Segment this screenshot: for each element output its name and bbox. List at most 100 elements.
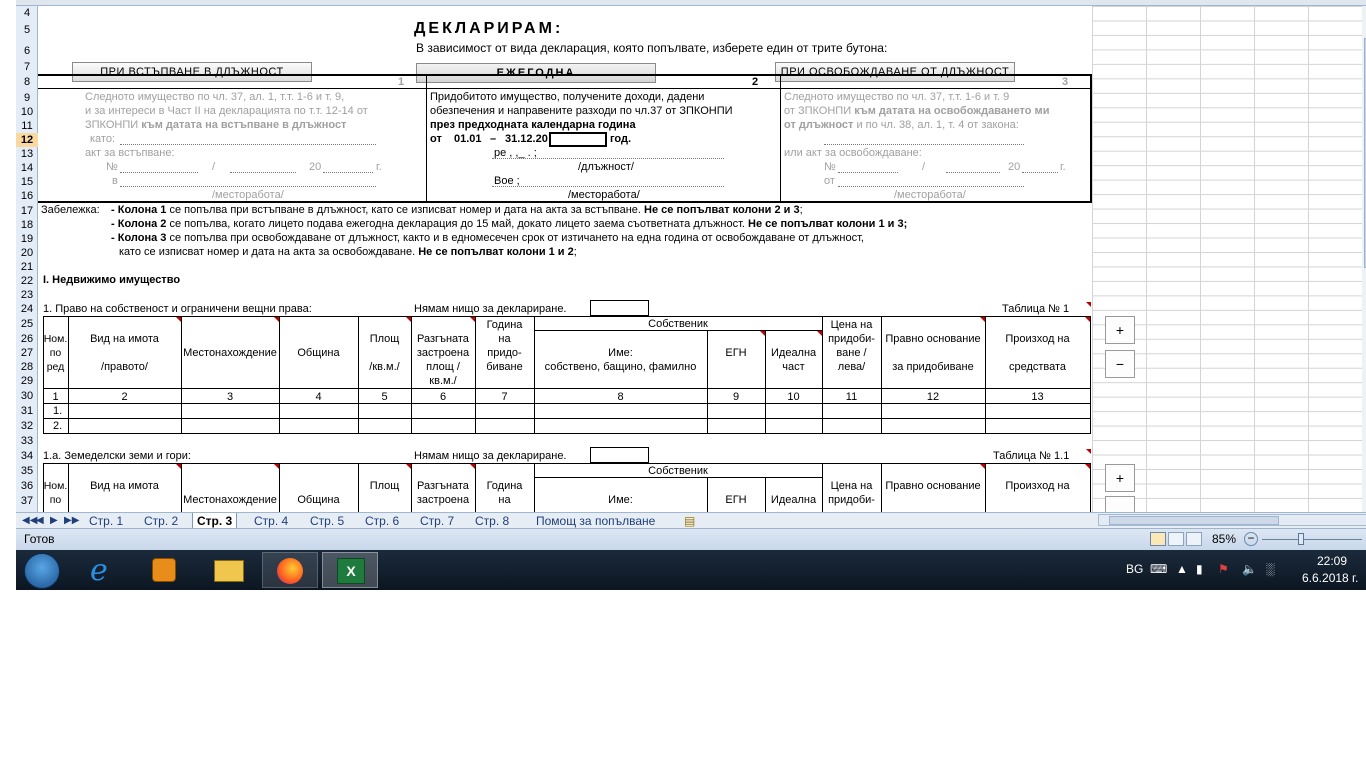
comment-marker[interactable] (470, 317, 475, 322)
row-number[interactable]: 37 (16, 494, 38, 508)
row-number[interactable]: 17 (16, 204, 38, 218)
row-number[interactable]: 23 (16, 288, 38, 302)
row-number[interactable]: 35 (16, 464, 38, 478)
row-headers[interactable]: 4 5 6 7 8 9 10 11 12 13 14 15 16 17 18 1… (16, 6, 38, 512)
row-number[interactable]: 18 (16, 218, 38, 232)
row-number[interactable]: 32 (16, 419, 38, 433)
input-line[interactable] (323, 172, 373, 173)
input-line[interactable] (838, 186, 1024, 187)
release-declaration-button[interactable]: ПРИ ОСВОБОЖДАВАНЕ ОТ ДЛЪЖНОСТ (775, 62, 1015, 82)
row-number[interactable]: 10 (16, 105, 38, 119)
comment-marker[interactable] (980, 464, 985, 469)
page-layout-icon[interactable] (1168, 532, 1184, 546)
annual-declaration-button[interactable]: ЕЖЕГОДНА (416, 63, 656, 83)
prev-sheet-icon[interactable]: ◀ (36, 513, 44, 529)
add-row-button[interactable]: + (1105, 316, 1135, 344)
row-number[interactable]: 11 (16, 119, 38, 133)
entry-declaration-button[interactable]: ПРИ ВСТЪПВАНЕ В ДЛЪЖНОСТ (72, 62, 312, 82)
network-icon[interactable]: ░ (1266, 562, 1275, 576)
input-line[interactable] (230, 172, 296, 173)
zoom-level[interactable]: 85% (1212, 533, 1236, 546)
input-line[interactable] (492, 186, 724, 187)
input-line[interactable] (946, 172, 1000, 173)
row-number[interactable]: 13 (16, 147, 38, 161)
row-number[interactable]: 16 (16, 189, 38, 203)
excel-icon[interactable]: X (322, 552, 378, 588)
row-number[interactable]: 36 (16, 479, 38, 493)
nothing-checkbox-cell[interactable] (590, 300, 649, 316)
remove-row-button[interactable] (1105, 496, 1135, 512)
input-line[interactable] (1022, 172, 1058, 173)
page-break-icon[interactable] (1186, 532, 1202, 546)
action-center-icon[interactable]: ⚑ (1218, 562, 1229, 576)
clock-date[interactable]: 6.6.2018 г. (1302, 571, 1358, 585)
input-line[interactable] (120, 144, 376, 145)
keyboard-icon[interactable]: ⌨ (1150, 562, 1167, 576)
usb-device-icon[interactable]: ▮ (1196, 562, 1203, 576)
horizontal-scroll-thumb[interactable] (1109, 516, 1279, 525)
nothing-checkbox-cell[interactable] (590, 447, 649, 463)
comment-marker[interactable] (274, 464, 279, 469)
row-number[interactable]: 33 (16, 434, 38, 448)
comment-marker[interactable] (980, 317, 985, 322)
normal-view-icon[interactable] (1150, 532, 1166, 546)
last-sheet-icon[interactable]: ▶▶ (64, 513, 79, 529)
row-number[interactable]: 25 (16, 317, 38, 331)
comment-marker[interactable] (1086, 302, 1091, 307)
comment-marker[interactable] (760, 331, 765, 336)
tab-page-7[interactable]: Стр. 7 (416, 513, 458, 529)
row-number[interactable]: 5 (16, 23, 38, 37)
row-number[interactable]: 24 (16, 302, 38, 316)
language-indicator[interactable]: BG (1126, 562, 1143, 576)
volume-muted-icon[interactable]: 🔈 (1242, 562, 1257, 576)
media-player-icon[interactable] (136, 552, 192, 588)
row-number[interactable]: 20 (16, 246, 38, 260)
row-number[interactable]: 6 (16, 44, 38, 58)
row-number-selected[interactable]: 12 (16, 133, 38, 147)
row-number[interactable]: 29 (16, 374, 38, 388)
input-line[interactable] (492, 158, 724, 159)
start-button-icon[interactable] (24, 553, 60, 589)
year-input-cell[interactable] (549, 132, 607, 147)
row-number[interactable]: 22 (16, 274, 38, 288)
comment-marker[interactable] (406, 317, 411, 322)
comment-marker[interactable] (470, 464, 475, 469)
comment-marker[interactable] (176, 317, 181, 322)
row-number[interactable]: 19 (16, 232, 38, 246)
internet-explorer-icon[interactable]: e (76, 552, 132, 588)
row-number[interactable]: 21 (16, 260, 38, 274)
clock-time[interactable]: 22:09 (1308, 554, 1356, 568)
tab-page-2[interactable]: Стр. 2 (140, 513, 182, 529)
row-number[interactable]: 4 (16, 6, 38, 20)
input-line[interactable] (824, 144, 1024, 145)
tab-page-8[interactable]: Стр. 8 (471, 513, 513, 529)
tab-page-6[interactable]: Стр. 6 (361, 513, 403, 529)
row-number[interactable]: 30 (16, 389, 38, 403)
zoom-out-icon[interactable]: − (1244, 532, 1258, 546)
insert-sheet-icon[interactable]: ▤ (680, 513, 699, 529)
file-explorer-icon[interactable] (202, 552, 258, 588)
show-hidden-icons[interactable]: ▲ (1176, 562, 1188, 576)
row-number[interactable]: 34 (16, 449, 38, 463)
tab-page-4[interactable]: Стр. 4 (250, 513, 292, 529)
tab-page-5[interactable]: Стр. 5 (306, 513, 348, 529)
comment-marker[interactable] (274, 317, 279, 322)
row-number[interactable]: 7 (16, 60, 38, 74)
input-line[interactable] (120, 186, 376, 187)
row-number[interactable]: 28 (16, 360, 38, 374)
zoom-slider-thumb[interactable] (1298, 533, 1304, 545)
row-number[interactable]: 26 (16, 332, 38, 346)
row-number[interactable]: 14 (16, 161, 38, 175)
comment-marker[interactable] (1086, 449, 1091, 454)
row-number[interactable]: 8 (16, 75, 38, 89)
next-sheet-icon[interactable]: ▶ (50, 513, 58, 529)
firefox-icon[interactable] (262, 552, 318, 588)
comment-marker[interactable] (817, 331, 822, 336)
comment-marker[interactable] (1085, 317, 1090, 322)
tab-help[interactable]: Помощ за попълване (532, 513, 659, 529)
comment-marker[interactable] (406, 464, 411, 469)
row-number[interactable]: 15 (16, 175, 38, 189)
worksheet[interactable]: ДЕКЛАРИРАМ: В зависимост от вида деклара… (38, 6, 1366, 512)
input-line[interactable] (838, 172, 898, 173)
row-number[interactable]: 31 (16, 404, 38, 418)
